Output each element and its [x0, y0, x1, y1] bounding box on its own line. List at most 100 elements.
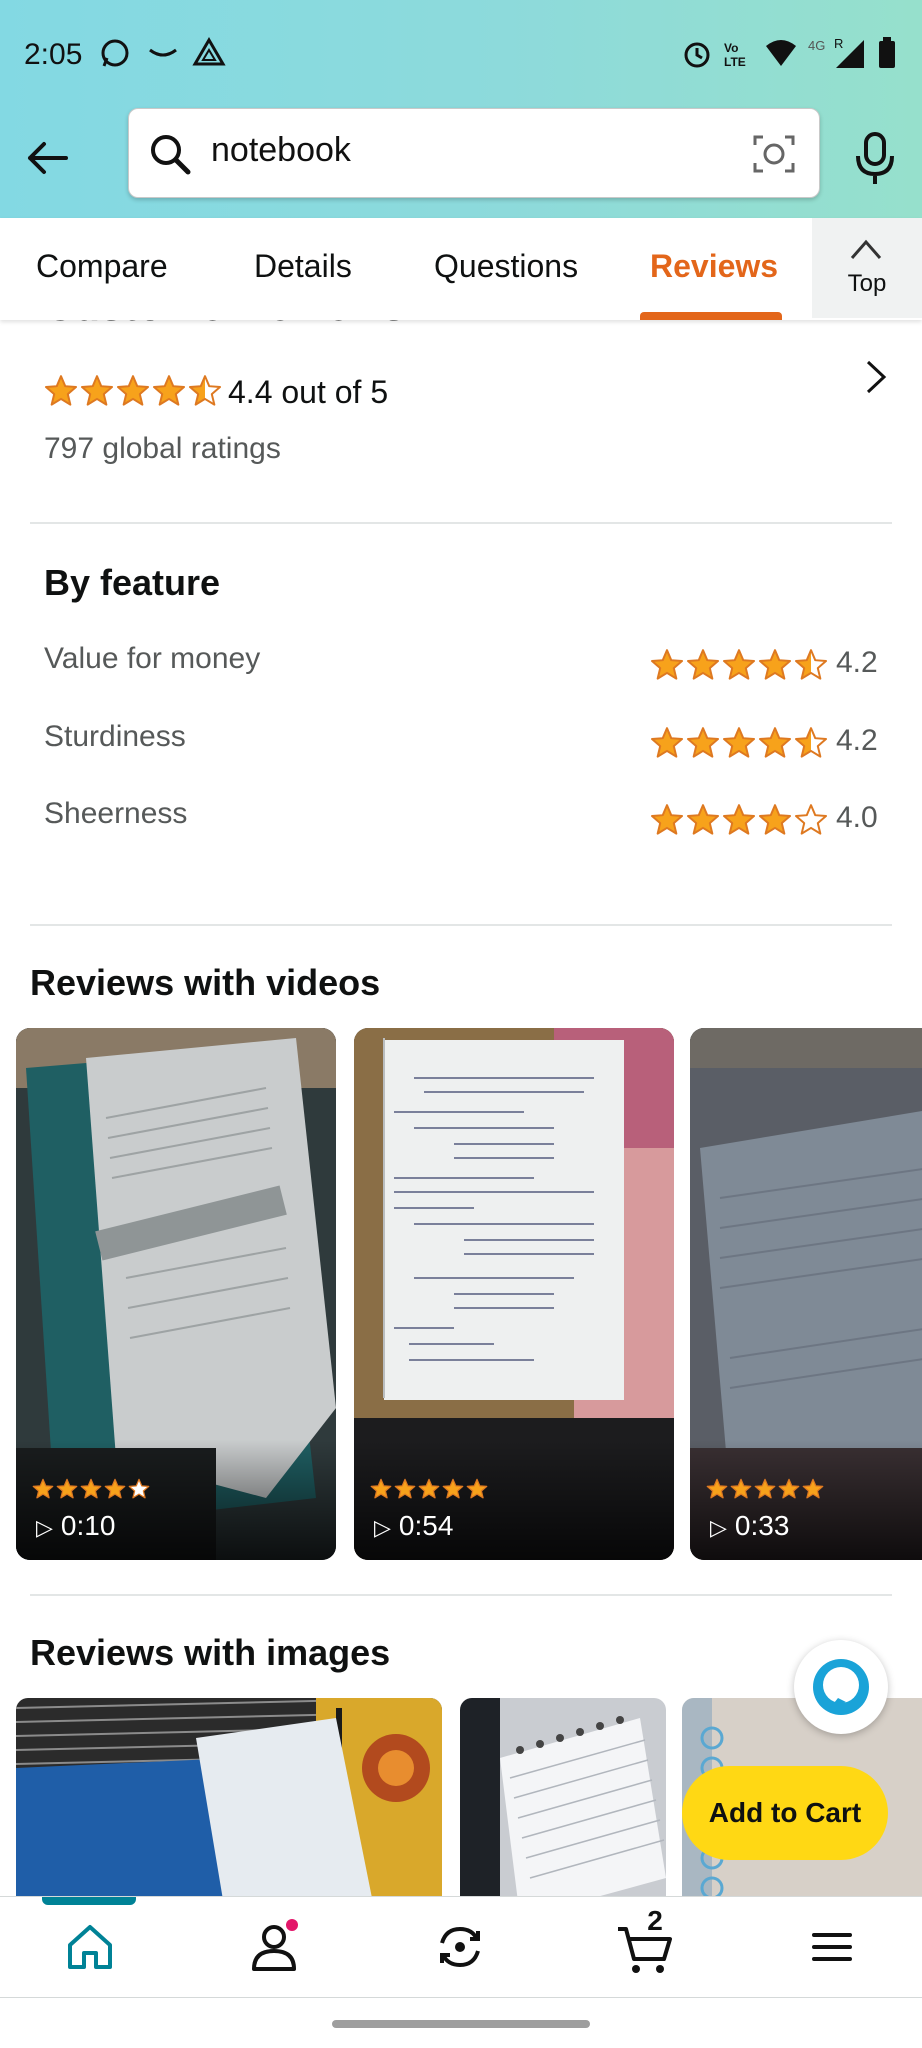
search-row: notebook [0, 108, 922, 218]
review-image-thumbnail [16, 1698, 442, 1896]
video-duration-text: 0:33 [734, 1510, 790, 1541]
star-icon [794, 649, 828, 680]
app-header: 2:05 Vo LTE 4G R notebook [0, 0, 922, 218]
video-shade [690, 1440, 922, 1560]
video-stars [706, 1478, 824, 1500]
feature-stars [650, 803, 828, 837]
tab-reviews[interactable]: Reviews [650, 248, 778, 285]
video-stars [370, 1478, 488, 1500]
search-query: notebook [211, 131, 351, 169]
gesture-bar [332, 2020, 590, 2028]
star-icon [32, 1478, 54, 1499]
feature-row-value-for-money: Value for money 4.2 [44, 642, 880, 692]
star-icon [188, 375, 222, 406]
star-icon [370, 1478, 392, 1499]
star-icon [80, 1478, 102, 1499]
star-icon [794, 727, 828, 758]
alexa-button[interactable] [794, 1640, 888, 1734]
refresh-icon[interactable] [430, 1917, 490, 1977]
chevron-right-icon[interactable] [862, 358, 890, 396]
home-icon[interactable] [60, 1917, 120, 1977]
search-icon [151, 135, 191, 175]
feature-rating: 4.0 [836, 801, 878, 834]
star-icon [730, 1478, 752, 1499]
review-image[interactable] [16, 1698, 442, 1896]
feature-row-sheerness: Sheerness 4.0 [44, 797, 880, 847]
star-icon [758, 727, 792, 758]
active-tab-indicator [42, 1897, 136, 1905]
feature-row-sturdiness: Sturdiness 4.2 [44, 720, 880, 770]
status-time: 2:05 [24, 38, 83, 71]
video-stars [32, 1478, 150, 1500]
add-to-cart-button[interactable]: Add to Cart [682, 1766, 888, 1860]
star-icon [466, 1478, 488, 1499]
wifi-icon [766, 40, 796, 66]
star-icon [116, 375, 150, 406]
star-icon [686, 727, 720, 758]
svg-text:LTE: LTE [724, 55, 746, 69]
video-card[interactable]: ▷ 0:33 [690, 1028, 922, 1560]
feature-name: Value for money [44, 642, 261, 675]
video-duration: ▷ 0:33 [710, 1510, 789, 1542]
feature-rating: 4.2 [836, 724, 878, 757]
star-icon [722, 727, 756, 758]
review-image[interactable] [460, 1698, 666, 1896]
divider [30, 522, 892, 524]
star-icon [722, 649, 756, 680]
chevron-up-icon [850, 239, 882, 259]
star-icon [686, 804, 720, 835]
play-icon: ▷ [710, 1515, 727, 1540]
battery-icon [879, 37, 895, 68]
video-duration: ▷ 0:10 [36, 1510, 115, 1542]
scroll-top-label: Top [847, 270, 887, 297]
scroll-top-button[interactable]: Top [812, 218, 922, 318]
play-icon: ▷ [374, 1515, 391, 1540]
reviews-with-images-title: Reviews with images [30, 1632, 391, 1673]
star-icon [794, 804, 828, 835]
menu-icon[interactable] [802, 1917, 862, 1977]
star-icon [394, 1478, 416, 1499]
svg-text:Vo: Vo [724, 41, 738, 55]
by-feature-title: By feature [44, 562, 221, 603]
video-carousel: ▷ 0:10 ▷ 0:54 ▷ 0:33 [0, 1028, 922, 1562]
star-icon [152, 375, 186, 406]
tab-active-indicator [640, 312, 782, 320]
play-icon: ▷ [36, 1515, 53, 1540]
video-duration: ▷ 0:54 [374, 1510, 453, 1542]
review-image-thumbnail [460, 1698, 666, 1896]
tab-details[interactable]: Details [254, 248, 352, 285]
star-icon [56, 1478, 78, 1499]
chat-icon [149, 48, 177, 57]
video-card[interactable]: ▷ 0:10 [16, 1028, 336, 1560]
video-shade [354, 1440, 674, 1560]
star-icon [44, 375, 78, 406]
video-card[interactable]: ▷ 0:54 [354, 1028, 674, 1560]
tab-compare[interactable]: Compare [36, 248, 168, 285]
feature-stars [650, 726, 828, 760]
search-input[interactable]: notebook [128, 108, 820, 198]
tab-questions[interactable]: Questions [434, 248, 578, 285]
star-icon [650, 727, 684, 758]
feature-stars [650, 648, 828, 682]
star-icon [706, 1478, 728, 1499]
divider [30, 1594, 892, 1596]
svg-text:R: R [834, 36, 843, 51]
feature-name: Sheerness [44, 797, 188, 830]
divider [30, 924, 892, 926]
bottom-nav: 2 [0, 1896, 922, 1998]
average-rating-stars [44, 374, 222, 408]
star-icon [442, 1478, 464, 1499]
star-icon [128, 1478, 150, 1499]
mic-icon[interactable] [852, 130, 898, 188]
section-tabs: Compare Details Questions Reviews Top [0, 218, 922, 320]
volte-icon: VoLTE [724, 41, 746, 69]
star-icon [80, 375, 114, 406]
account-icon[interactable] [244, 1917, 304, 1977]
video-shade [16, 1440, 336, 1560]
star-icon [104, 1478, 126, 1499]
average-rating-text[interactable]: 4.4 out of 5 [228, 374, 388, 411]
video-duration-text: 0:54 [398, 1510, 454, 1541]
back-arrow-icon[interactable] [22, 132, 74, 184]
star-icon [802, 1478, 824, 1499]
camera-icon[interactable] [751, 131, 797, 177]
